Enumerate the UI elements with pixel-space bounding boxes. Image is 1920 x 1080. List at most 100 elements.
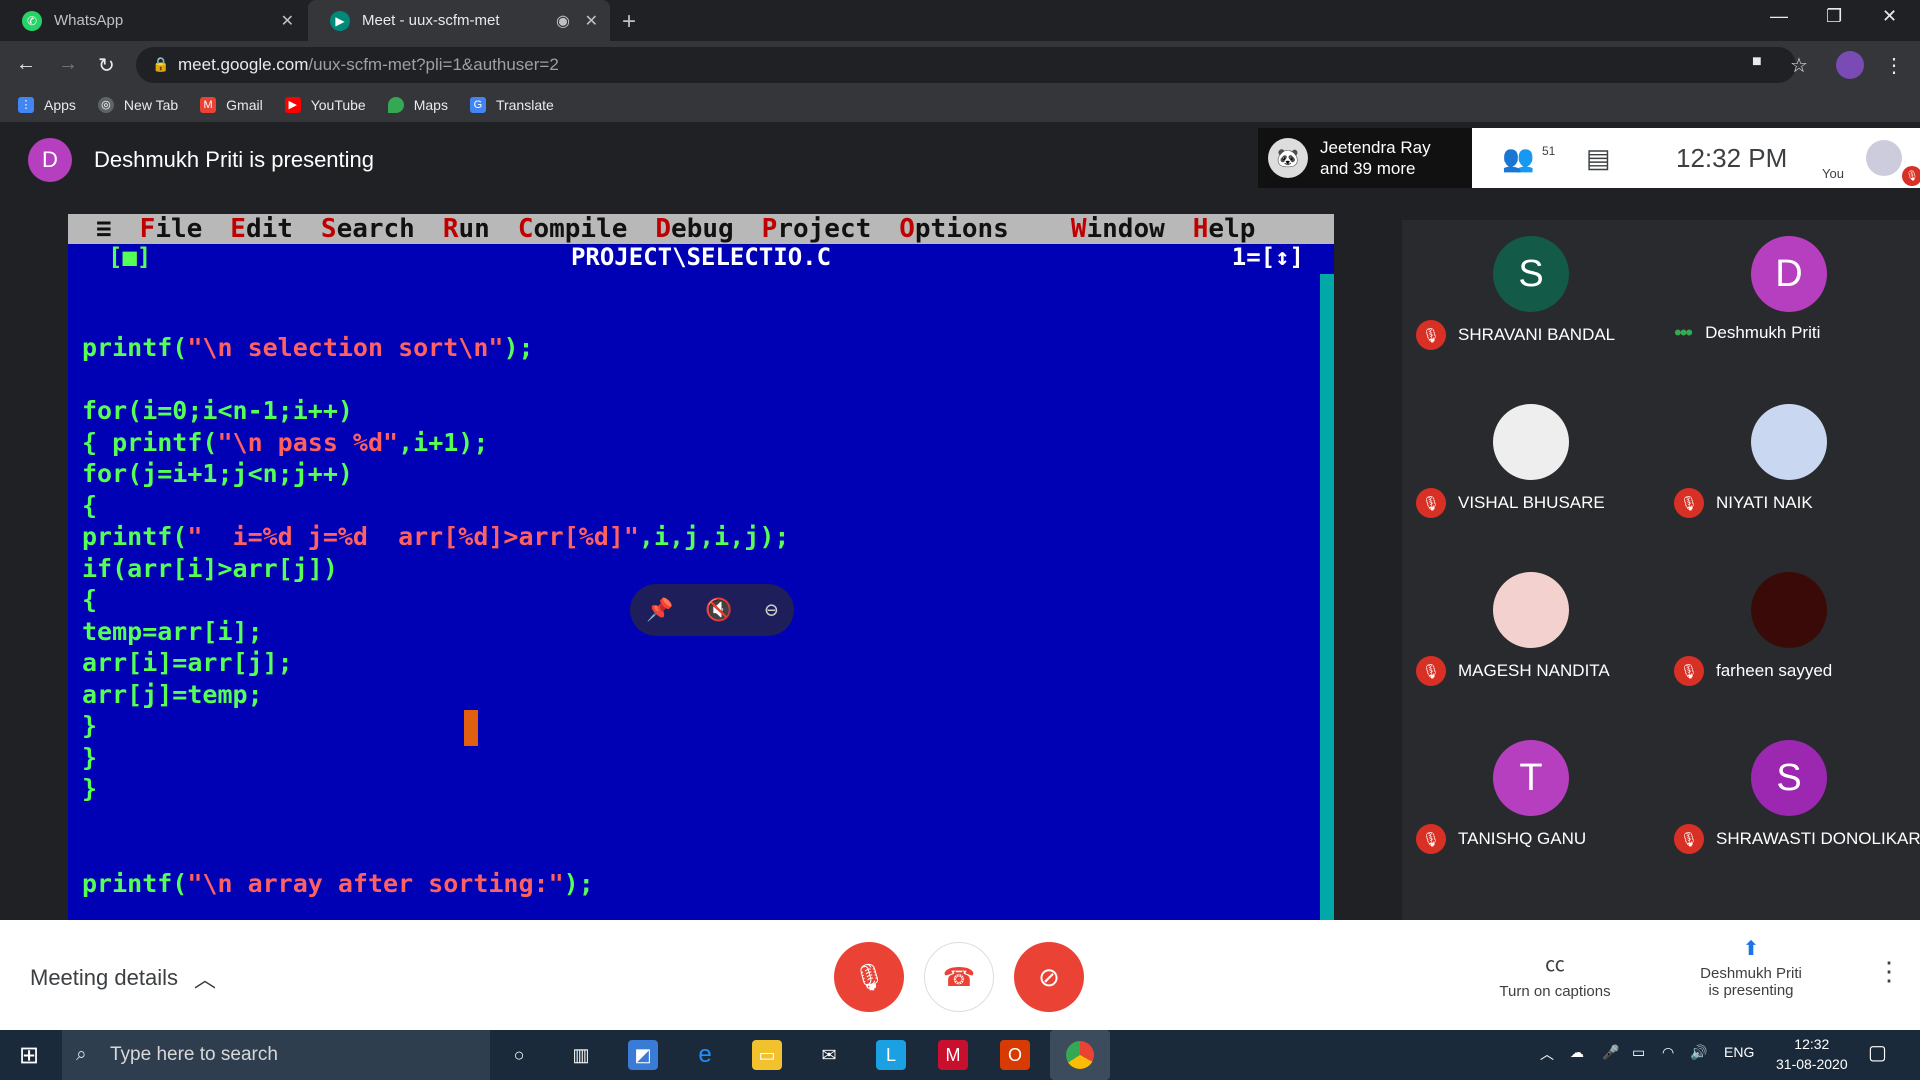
- battery-icon[interactable]: ▭: [1632, 1044, 1645, 1061]
- windows-start-icon[interactable]: ⊞: [14, 1040, 44, 1070]
- task-view-icon[interactable]: ▥: [566, 1040, 596, 1070]
- participant-avatar: S: [1751, 740, 1827, 816]
- taskbar-search[interactable]: ⌕ Type here to search: [62, 1030, 490, 1080]
- microphone-icon[interactable]: 🎤: [1602, 1044, 1619, 1061]
- participant-grid: S 🎙 SHRAVANI BANDAL D ••• Deshmukh Priti 🎙 VISH…: [1402, 220, 1920, 920]
- pin-icon[interactable]: 📌: [646, 598, 673, 623]
- mic-toggle-button[interactable]: 🎙: [834, 942, 904, 1012]
- bookmark-apps[interactable]: ⋮ Apps: [18, 97, 76, 113]
- chrome-taskbar-icon[interactable]: [1050, 1030, 1110, 1080]
- notifications-icon[interactable]: ▢: [1868, 1040, 1887, 1065]
- learning-app-icon[interactable]: L: [876, 1040, 906, 1070]
- captions-icon: ㏄: [1545, 954, 1565, 976]
- participant-name: 🎙 VISHAL BHUSARE: [1416, 488, 1605, 518]
- close-tab-icon[interactable]: ✕: [585, 11, 598, 31]
- meeting-details-button[interactable]: Meeting details ︿: [30, 962, 216, 994]
- clock[interactable]: 12:32 31-08-2020: [1776, 1034, 1848, 1074]
- camera-toggle-button[interactable]: ⊘: [1014, 942, 1084, 1012]
- app-icon[interactable]: ◩: [628, 1040, 658, 1070]
- participant-tile[interactable]: 🎙 farheen sayyed: [1660, 556, 1918, 724]
- participant-name: 🎙 NIYATI NAIK: [1674, 488, 1813, 518]
- mute-icon[interactable]: 🔇: [705, 598, 732, 623]
- bookmark-newtab[interactable]: ◎ New Tab: [97, 97, 178, 113]
- ide-menu-item: Window: [1070, 214, 1165, 244]
- tray-up-icon[interactable]: ︿: [1540, 1044, 1554, 1064]
- menu-icon[interactable]: ⋮: [1884, 53, 1904, 78]
- participant-name: ••• Deshmukh Priti: [1674, 320, 1821, 345]
- mic-off-icon: 🎙: [1674, 656, 1704, 686]
- participant-tile[interactable]: D ••• Deshmukh Priti: [1660, 220, 1918, 388]
- ide-menu-item: Compile: [517, 214, 628, 244]
- chevron-up-icon: ︿: [193, 967, 216, 992]
- lock-icon: 🔒: [152, 56, 170, 72]
- back-button[interactable]: ←: [16, 53, 36, 76]
- chat-icon[interactable]: ▤: [1586, 143, 1611, 174]
- presenting-button[interactable]: ⬆ Deshmukh Priti is presenting: [1676, 936, 1826, 999]
- people-icon[interactable]: 👥: [1502, 143, 1534, 174]
- meeting-clock: 12:32 PM: [1676, 142, 1788, 173]
- camera-icon[interactable]: ■: [1752, 53, 1762, 71]
- participant-count: 51: [1542, 144, 1556, 158]
- whatsapp-icon: ✆: [22, 10, 42, 31]
- remove-icon[interactable]: ⊖: [765, 598, 778, 623]
- code-line: }: [82, 742, 98, 772]
- meeting-toolbar: 👥 51 ▤ 12:32 PM You 🎙: [1472, 128, 1920, 188]
- tab-whatsapp[interactable]: ✆ WhatsApp ✕: [0, 0, 306, 41]
- maps-icon: [387, 97, 404, 113]
- ide-menu-item: Run: [442, 214, 490, 244]
- star-icon[interactable]: ☆: [1790, 53, 1808, 78]
- close-window-button[interactable]: ✕: [1882, 6, 1897, 27]
- participant-tile[interactable]: 🎙 MAGESH NANDITA: [1402, 556, 1660, 724]
- participant-tile[interactable]: S 🎙 SHRAWASTI DONOLIKAR: [1660, 724, 1920, 892]
- office-icon[interactable]: O: [1000, 1040, 1030, 1070]
- cortana-icon[interactable]: ○: [504, 1040, 534, 1070]
- participant-name: 🎙 TANISHQ GANU: [1416, 824, 1586, 854]
- new-tab-button[interactable]: +: [622, 8, 636, 36]
- restore-button[interactable]: ❐: [1826, 6, 1842, 27]
- bookmark-youtube[interactable]: ▶ YouTube: [284, 97, 366, 113]
- wifi-icon[interactable]: ◠: [1662, 1044, 1674, 1061]
- mail-icon[interactable]: ✉: [814, 1040, 844, 1070]
- address-bar[interactable]: 🔒 meet.google.com/uux-scfm-met?pli=1&aut…: [136, 47, 1796, 83]
- participant-tile[interactable]: 🎙 NIYATI NAIK: [1660, 388, 1918, 556]
- bookmark-maps[interactable]: Maps: [387, 97, 448, 113]
- mic-off-icon: 🎙: [1416, 488, 1446, 518]
- participant-avatar: [1751, 404, 1827, 480]
- file-explorer-icon[interactable]: ▭: [752, 1040, 782, 1070]
- leave-call-button[interactable]: ☎: [924, 942, 994, 1012]
- apps-icon: ⋮: [18, 97, 34, 113]
- mic-off-icon: 🎙: [852, 961, 886, 992]
- reload-button[interactable]: ↻: [98, 53, 115, 78]
- top-right-bar: 🐼 Jeetendra Ray and 39 more 👥 51 ▤ 12:32 …: [1258, 128, 1920, 188]
- edge-icon[interactable]: e: [690, 1040, 720, 1070]
- minimize-button[interactable]: —: [1770, 6, 1788, 27]
- self-avatar: [1866, 140, 1902, 176]
- code-line: for(i=0;i<n-1;i++): [82, 396, 353, 425]
- ide-window-title: [■] PROJECT\SELECTIO.C 1=[↕]: [108, 243, 1304, 271]
- participant-tile[interactable]: 🎙 VISHAL BHUSARE: [1402, 388, 1660, 556]
- tile-hover-controls: 📌 🔇 ⊖: [630, 584, 794, 636]
- forward-button[interactable]: →: [58, 53, 78, 76]
- profile-avatar[interactable]: [1836, 51, 1864, 79]
- participant-tile[interactable]: S 🎙 SHRAVANI BANDAL: [1402, 220, 1660, 388]
- tab-meet[interactable]: ▶ Meet - uux-scfm-met ◉ ✕: [308, 0, 610, 41]
- participant-tile[interactable]: T 🎙 TANISHQ GANU: [1402, 724, 1660, 892]
- code-line: { printf("\n pass %d",i+1);: [82, 427, 489, 457]
- code-line: {: [82, 490, 98, 520]
- close-tab-icon[interactable]: ✕: [281, 11, 294, 31]
- cloud-icon[interactable]: ☁: [1570, 1044, 1584, 1061]
- bookmark-translate[interactable]: G Translate: [469, 97, 554, 113]
- language-indicator[interactable]: ENG: [1724, 1044, 1754, 1060]
- host-info: 🐼 Jeetendra Ray and 39 more: [1258, 128, 1472, 188]
- bookmark-gmail[interactable]: M Gmail: [200, 97, 263, 113]
- more-options-icon[interactable]: ⋮: [1876, 956, 1902, 987]
- mic-off-icon: 🎙: [1674, 824, 1704, 854]
- volume-icon[interactable]: 🔊: [1690, 1044, 1707, 1061]
- ide-menu-item: Debug: [655, 214, 734, 244]
- camera-off-icon: ⊘: [1038, 961, 1060, 992]
- captions-button[interactable]: ㏄ Turn on captions: [1480, 948, 1630, 1000]
- shared-screen: ≡ File Edit Search Run Compile Debug Pro…: [68, 214, 1334, 920]
- ide-menu-item: Search: [320, 214, 415, 244]
- mcafee-icon[interactable]: M: [938, 1040, 968, 1070]
- translate-icon: G: [469, 97, 486, 113]
